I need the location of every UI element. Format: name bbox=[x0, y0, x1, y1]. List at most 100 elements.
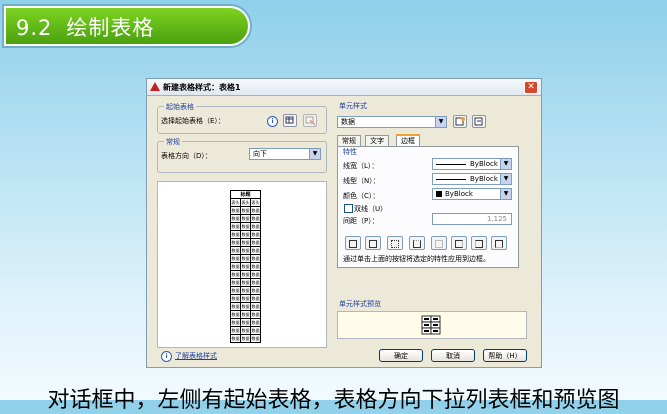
inside-borders-button[interactable] bbox=[387, 236, 403, 250]
create-cell-style-icon[interactable] bbox=[453, 115, 467, 128]
right-border-button[interactable] bbox=[471, 236, 487, 250]
cell-preview-label: 单元样式预览 bbox=[339, 300, 381, 308]
spacing-input[interactable]: 1.125 bbox=[432, 213, 512, 225]
close-button[interactable]: ✕ bbox=[524, 81, 538, 94]
line-sample bbox=[436, 163, 466, 165]
preview-data-cell: 数据 bbox=[240, 262, 251, 271]
select-start-table-label: 选择起始表格（E）： bbox=[161, 117, 225, 125]
outside-borders-button[interactable] bbox=[365, 236, 381, 250]
cell-style-value: 数据 bbox=[341, 118, 355, 126]
preview-data-cell: 数据 bbox=[250, 286, 261, 295]
manage-cell-styles-icon[interactable] bbox=[472, 115, 486, 128]
preview-data-cell: 数据 bbox=[230, 230, 241, 239]
linewidth-value: ByBlock bbox=[470, 160, 498, 168]
preview-data-cell: 数据 bbox=[240, 310, 251, 319]
preview-data-row: 数据 数据 数据 bbox=[230, 302, 261, 311]
preview-data-cell: 数据 bbox=[230, 286, 241, 295]
autocad-icon bbox=[150, 82, 160, 91]
linewidth-select[interactable]: ByBlock ▼ bbox=[432, 158, 512, 170]
preview-data-cell: 数据 bbox=[250, 238, 261, 247]
info-icon[interactable]: i bbox=[267, 116, 278, 127]
preview-data-row: 数据 数据 数据 bbox=[230, 270, 261, 279]
all-borders-button[interactable] bbox=[345, 236, 361, 250]
help-info-icon: i bbox=[161, 351, 172, 362]
preview-data-cell: 数据 bbox=[250, 326, 261, 335]
preview-data-cell: 数据 bbox=[240, 318, 251, 327]
bottom-border-button[interactable] bbox=[409, 236, 425, 250]
left-border-button[interactable] bbox=[451, 236, 467, 250]
preview-data-row: 数据 数据 数据 bbox=[230, 206, 261, 215]
preview-data-cell: 数据 bbox=[240, 214, 251, 223]
preview-data-cell: 数据 bbox=[250, 222, 261, 231]
preview-data-cell: 数据 bbox=[250, 278, 261, 287]
slide-number: 9.2 bbox=[16, 16, 53, 40]
preview-data-row: 数据 数据 数据 bbox=[230, 310, 261, 319]
chevron-down-icon[interactable]: ▼ bbox=[500, 174, 511, 184]
cell-style-preview bbox=[337, 311, 527, 339]
slide-caption: 对话框中，左侧有起始表格，表格方向下拉列表框和预览图 bbox=[47, 388, 620, 413]
table-direction-value: 向下 bbox=[253, 150, 267, 158]
preview-data-cell: 数据 bbox=[250, 294, 261, 303]
preview-data-cell: 数据 bbox=[250, 270, 261, 279]
linetype-label: 线型（N）： bbox=[343, 177, 380, 185]
preview-data-row: 数据 数据 数据 bbox=[230, 294, 261, 303]
dialog-titlebar[interactable]: 新建表格样式：表格1 ✕ bbox=[147, 79, 541, 96]
preview-data-cell: 数据 bbox=[240, 270, 251, 279]
no-borders-button[interactable] bbox=[431, 236, 447, 250]
learn-table-styles-link[interactable]: 了解表格样式 bbox=[175, 351, 217, 361]
general-group-label: 常规 bbox=[164, 137, 182, 147]
preview-data-cell: 数据 bbox=[250, 246, 261, 255]
line-sample bbox=[436, 178, 466, 180]
preview-data-cell: 数据 bbox=[230, 246, 241, 255]
preview-table: 标题 表头 表头 表头 数据 数据 数据 数据 数据 数据 数据 数据 数据 数据 数据 数据 数据 数据 数据数… bbox=[230, 190, 261, 343]
dialog-title: 新建表格样式：表格1 bbox=[163, 83, 241, 92]
preview-data-cell: 数据 bbox=[230, 270, 241, 279]
preview-data-row: 数据 数据 数据 bbox=[230, 262, 261, 271]
chevron-down-icon[interactable]: ▼ bbox=[309, 149, 320, 159]
preview-data-cell: 数据 bbox=[240, 230, 251, 239]
table-preview: 标题 表头 表头 表头 数据 数据 数据 数据 数据 数据 数据 数据 数据 数据 数据 数据 数据 数据 数据数… bbox=[157, 181, 327, 348]
preview-data-cell: 数据 bbox=[230, 254, 241, 263]
preview-data-cell: 数据 bbox=[230, 318, 241, 327]
cell-style-select[interactable]: 数据 ▼ bbox=[337, 116, 447, 128]
cancel-button[interactable]: 取消 bbox=[431, 349, 475, 362]
preview-data-cell: 数据 bbox=[230, 214, 241, 223]
preview-header-cell: 表头 bbox=[250, 198, 261, 207]
preview-data-cell: 数据 bbox=[250, 310, 261, 319]
chevron-down-icon[interactable]: ▼ bbox=[500, 159, 511, 169]
color-swatch bbox=[436, 191, 442, 197]
preview-data-cell: 数据 bbox=[230, 222, 241, 231]
remove-table-icon[interactable] bbox=[303, 114, 317, 127]
preview-data-cell: 数据 bbox=[240, 238, 251, 247]
tab-general[interactable]: 常规 bbox=[337, 135, 361, 146]
preview-data-cell: 数据 bbox=[230, 294, 241, 303]
preview-data-row: 数据 数据 数据 bbox=[230, 254, 261, 263]
select-table-icon[interactable] bbox=[283, 114, 297, 127]
help-button[interactable]: 帮助（H） bbox=[483, 349, 527, 362]
color-select[interactable]: ByBlock ▼ bbox=[432, 188, 512, 200]
preview-data-cell: 数据 bbox=[240, 246, 251, 255]
linewidth-label: 线宽（L）： bbox=[343, 162, 379, 170]
double-line-checkbox[interactable] bbox=[344, 204, 353, 213]
preview-data-cell: 数据 bbox=[230, 310, 241, 319]
preview-data-cell: 数据 bbox=[230, 238, 241, 247]
chevron-down-icon[interactable]: ▼ bbox=[500, 189, 511, 199]
preview-data-cell: 数据 bbox=[240, 278, 251, 287]
ok-button[interactable]: 确定 bbox=[379, 349, 423, 362]
preview-data-cell: 数据 bbox=[250, 262, 261, 271]
properties-label: 特性 bbox=[343, 148, 357, 156]
tab-text[interactable]: 文字 bbox=[365, 135, 389, 146]
preview-title-cell: 标题 bbox=[230, 190, 261, 199]
preview-data-row: 数据 数据 数据 bbox=[230, 334, 261, 343]
top-border-button[interactable] bbox=[491, 236, 507, 250]
spacing-label: 间距（P）： bbox=[343, 217, 379, 225]
preview-data-cell: 数据 bbox=[240, 326, 251, 335]
table-direction-select[interactable]: 向下 ▼ bbox=[249, 148, 321, 160]
linetype-select[interactable]: ByBlock ▼ bbox=[432, 173, 512, 185]
preview-data-row: 数据 数据 数据 bbox=[230, 246, 261, 255]
preview-data-cell: 数据 bbox=[230, 206, 241, 215]
linetype-value: ByBlock bbox=[470, 175, 498, 183]
chevron-down-icon[interactable]: ▼ bbox=[435, 117, 446, 127]
cell-preview-graphic bbox=[421, 315, 441, 335]
table-direction-label: 表格方向（D）： bbox=[161, 152, 212, 160]
